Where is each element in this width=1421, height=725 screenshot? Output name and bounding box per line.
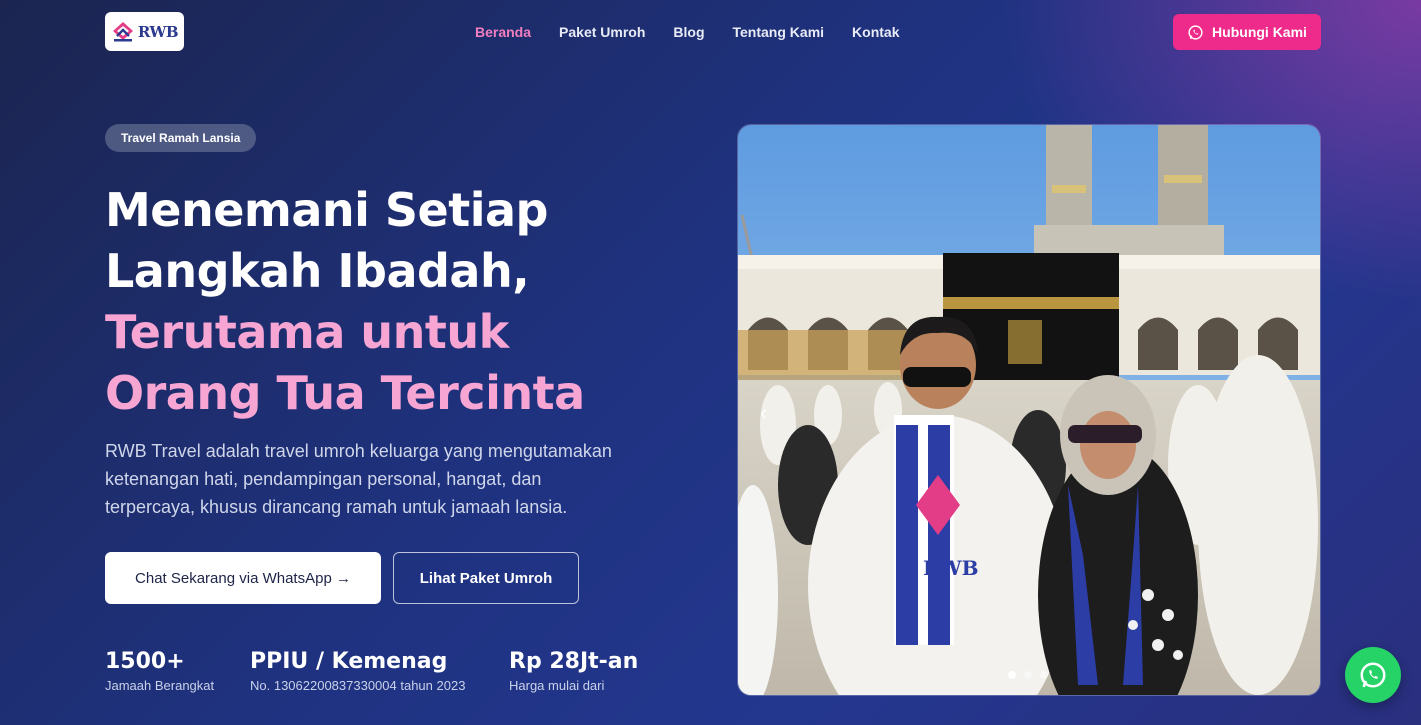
carousel-dot-2[interactable] bbox=[1024, 671, 1032, 679]
stat-label: No. 13062200837330004 tahun 2023 bbox=[250, 678, 466, 693]
nav-item-beranda[interactable]: Beranda bbox=[475, 24, 531, 40]
stat-jamaah: 1500+ Jamaah Berangkat bbox=[105, 648, 214, 696]
whatsapp-icon bbox=[1360, 662, 1386, 688]
carousel-dots bbox=[1008, 671, 1048, 679]
stat-price: Rp 28Jt-an Harga mulai dari bbox=[509, 648, 638, 696]
nav-item-kontak[interactable]: Kontak bbox=[852, 24, 899, 40]
hero-image-carousel[interactable]: RWB ‹ bbox=[737, 124, 1321, 696]
stat-value: PPIU / Kemenag bbox=[250, 649, 448, 674]
brand-logo[interactable]: RWB bbox=[105, 12, 184, 51]
stat-license: PPIU / Kemenag No. 13062200837330004 tah… bbox=[250, 648, 465, 696]
stat-value: Rp 28Jt-an bbox=[509, 649, 639, 674]
headline-pink: Terutama untuk Orang Tua Tercinta bbox=[105, 305, 585, 420]
whatsapp-icon bbox=[1188, 24, 1203, 40]
nav-item-blog[interactable]: Blog bbox=[673, 24, 704, 40]
floating-whatsapp-button[interactable] bbox=[1345, 647, 1401, 703]
carousel-dot-1[interactable] bbox=[1008, 671, 1016, 679]
stat-label: Harga mulai dari bbox=[509, 678, 605, 693]
scarf-label: RWB bbox=[923, 556, 979, 580]
hero-photo-kaaba: RWB bbox=[738, 125, 1320, 695]
view-packages-button[interactable]: Lihat Paket Umroh bbox=[393, 552, 579, 604]
nav-item-paket-umroh[interactable]: Paket Umroh bbox=[559, 24, 645, 40]
chat-whatsapp-button[interactable]: Chat Sekarang via WhatsApp → bbox=[105, 552, 381, 604]
chevron-left-icon[interactable]: ‹ bbox=[760, 401, 776, 425]
contact-us-label: Hubungi Kami bbox=[1212, 24, 1307, 40]
contact-us-button[interactable]: Hubungi Kami bbox=[1173, 14, 1321, 50]
carousel-dot-3[interactable] bbox=[1040, 671, 1048, 679]
hero-description: RWB Travel adalah travel umroh keluarga … bbox=[105, 441, 612, 517]
hero-headline: Menemani Setiap Langkah Ibadah, Terutama… bbox=[105, 180, 665, 424]
main-nav: Beranda Paket Umroh Blog Tentang Kami Ko… bbox=[475, 24, 899, 40]
hero-badge: Travel Ramah Lansia bbox=[105, 124, 257, 152]
stat-label: Jamaah Berangkat bbox=[105, 678, 215, 693]
headline-white: Menemani Setiap Langkah Ibadah, bbox=[105, 183, 548, 298]
stat-value: 1500+ bbox=[105, 649, 185, 674]
nav-item-tentang-kami[interactable]: Tentang Kami bbox=[733, 24, 825, 40]
logo-mark-icon bbox=[112, 21, 133, 41]
logo-text: RWB bbox=[137, 22, 179, 41]
